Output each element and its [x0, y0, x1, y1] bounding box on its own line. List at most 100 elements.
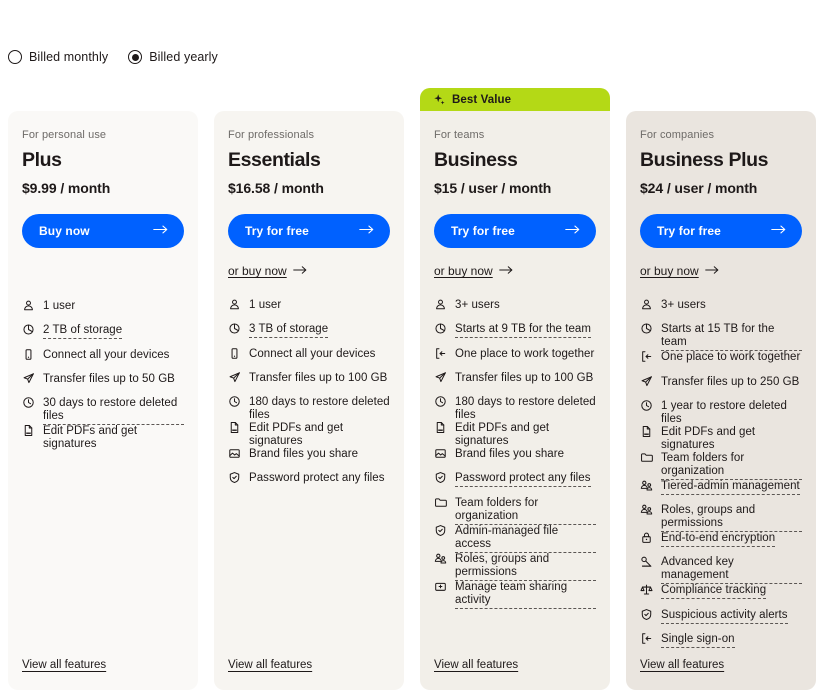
radio-icon[interactable] [128, 50, 143, 64]
or-buy-now-link[interactable]: or buy now [434, 264, 513, 278]
pricing-card-business: Best Value For teams Business $15 / user / … [420, 88, 610, 690]
arrow-right-icon [359, 224, 374, 238]
plan-price: $16.58 / month [228, 180, 324, 196]
card-body: For personal use Plus $9.99 / month Buy now… [8, 111, 198, 690]
feature-item: 3 TB of storage [228, 323, 390, 347]
feature-label: One place to work together [661, 351, 801, 364]
user-icon [640, 299, 653, 315]
feature-item: Roles, groups and permissions [434, 553, 596, 581]
feature-label[interactable]: Compliance tracking [661, 584, 767, 600]
feature-item: Tiered-admin management [640, 480, 802, 504]
workspace-icon [640, 633, 653, 649]
feature-label: Edit PDFs and get signatures [455, 422, 550, 448]
plan-audience: For personal use [22, 129, 107, 141]
feature-label: Edit PDFs and get signatures [661, 425, 756, 451]
view-all-features-link[interactable]: View all features [22, 659, 106, 671]
feature-label[interactable]: Password protect any files [455, 472, 591, 488]
or-buy-now-label: or buy now [434, 264, 493, 278]
feature-item: Transfer files up to 100 GB [434, 372, 596, 396]
feature-label: Transfer files up to 100 GB [455, 371, 594, 384]
clock-icon [22, 397, 35, 413]
pricing-page: Billed monthly Billed yearly For personal… [0, 0, 830, 696]
arrow-right-icon [498, 264, 513, 278]
feature-item: Edit PDFs and get signatures [434, 422, 596, 448]
feature-item: Team folders for organization [640, 452, 802, 480]
roles-icon [640, 504, 653, 520]
feature-label[interactable]: 2 TB of storage [43, 324, 123, 340]
feature-label: 180 days to restore deleted files [249, 396, 390, 422]
storage-icon [22, 324, 35, 340]
or-buy-now-link[interactable]: or buy now [640, 264, 719, 278]
cta-button[interactable]: Try for free [640, 214, 802, 248]
feature-label: 1 year to restore deleted files [661, 399, 787, 425]
feature-label[interactable]: Team folders for organization [661, 452, 802, 480]
feature-item: Suspicious activity alerts [640, 609, 802, 633]
feature-item: Roles, groups and permissions [640, 504, 802, 533]
feature-item: Connect all your devices [22, 349, 184, 373]
feature-label[interactable]: Team folders for organization [455, 497, 596, 525]
feature-label[interactable]: Roles, groups and permissions [661, 504, 802, 533]
view-all-features-link[interactable]: View all features [434, 659, 518, 671]
feature-label[interactable]: Roles, groups and permissions [455, 553, 596, 581]
cta-button[interactable]: Try for free [228, 214, 390, 248]
feature-label[interactable]: Admin-managed file access [455, 525, 596, 553]
feature-item: 3+ users [640, 299, 802, 323]
feature-label: Brand files you share [249, 448, 359, 461]
cta-button-label: Buy now [39, 224, 90, 238]
buy-link-spacer [22, 264, 184, 279]
billing-option-monthly[interactable]: Billed monthly [8, 50, 108, 64]
cta-button[interactable]: Buy now [22, 214, 184, 248]
cta-button[interactable]: Try for free [434, 214, 596, 248]
clock-icon [434, 396, 447, 412]
feature-item: 1 year to restore deleted files [640, 400, 802, 426]
feature-label[interactable]: End-to-end encryption [661, 532, 776, 548]
radio-icon[interactable] [8, 50, 22, 64]
feature-item: Starts at 15 TB for the team [640, 323, 802, 352]
feature-label: Brand files you share [455, 448, 565, 461]
plan-name: Business Plus [640, 149, 769, 171]
billing-option-label: Billed yearly [149, 50, 218, 64]
feature-label: 1 user [43, 300, 76, 312]
feature-label: Transfer files up to 50 GB [43, 372, 175, 385]
pricing-card-plus: For personal use Plus $9.99 / month Buy now… [8, 111, 198, 690]
feature-label[interactable]: Starts at 9 TB for the team [455, 323, 592, 339]
feature-item: Password protect any files [434, 472, 596, 496]
folder-icon [434, 497, 447, 513]
or-buy-now-link[interactable]: or buy now [228, 264, 307, 278]
feature-item: 180 days to restore deleted files [434, 396, 596, 422]
feature-label[interactable]: Advanced key management [661, 556, 802, 585]
feature-label: 3+ users [455, 299, 500, 311]
shield-icon [434, 472, 447, 488]
feature-list: 1 user 3 TB of storage Connect all your de… [228, 299, 390, 497]
feature-label[interactable]: 3 TB of storage [249, 323, 329, 339]
feature-item: Starts at 9 TB for the team [434, 323, 596, 347]
brand-icon [228, 448, 241, 464]
feature-label[interactable]: 30 days to restore deleted files [43, 397, 184, 426]
plan-name: Business [434, 149, 518, 171]
pricing-card-business-plus: For companies Business Plus $24 / user / m… [626, 111, 816, 690]
feature-label[interactable]: Single sign-on [661, 633, 735, 649]
feature-label[interactable]: Manage team sharing activity [455, 581, 596, 609]
feature-label: 1 user [249, 299, 282, 311]
feature-item: End-to-end encryption [640, 532, 802, 556]
shield-icon [640, 608, 653, 625]
view-all-features-link[interactable]: View all features [640, 659, 724, 671]
send-icon [434, 372, 447, 388]
plan-audience: For teams [434, 129, 485, 141]
pricing-card-essentials: For professionals Essentials $16.58 / mont… [214, 111, 404, 690]
feature-item: 180 days to restore deleted files [228, 396, 390, 422]
feature-item: One place to work together [434, 348, 596, 372]
feature-item: Single sign-on [640, 633, 802, 657]
feature-label[interactable]: Starts at 15 TB for the team [661, 323, 802, 352]
send-icon [228, 372, 241, 388]
feature-item: Brand files you share [434, 448, 596, 472]
arrow-right-icon [153, 224, 168, 238]
feature-item: Admin-managed file access [434, 525, 596, 553]
feature-label: Edit PDFs and get signatures [249, 422, 344, 448]
scales-icon [640, 584, 653, 600]
feature-label[interactable]: Suspicious activity alerts [661, 609, 788, 624]
feature-label[interactable]: Tiered-admin management [661, 480, 800, 495]
feature-item: Brand files you share [228, 448, 390, 472]
billing-option-yearly[interactable]: Billed yearly [128, 50, 218, 64]
view-all-features-link[interactable]: View all features [228, 659, 312, 671]
